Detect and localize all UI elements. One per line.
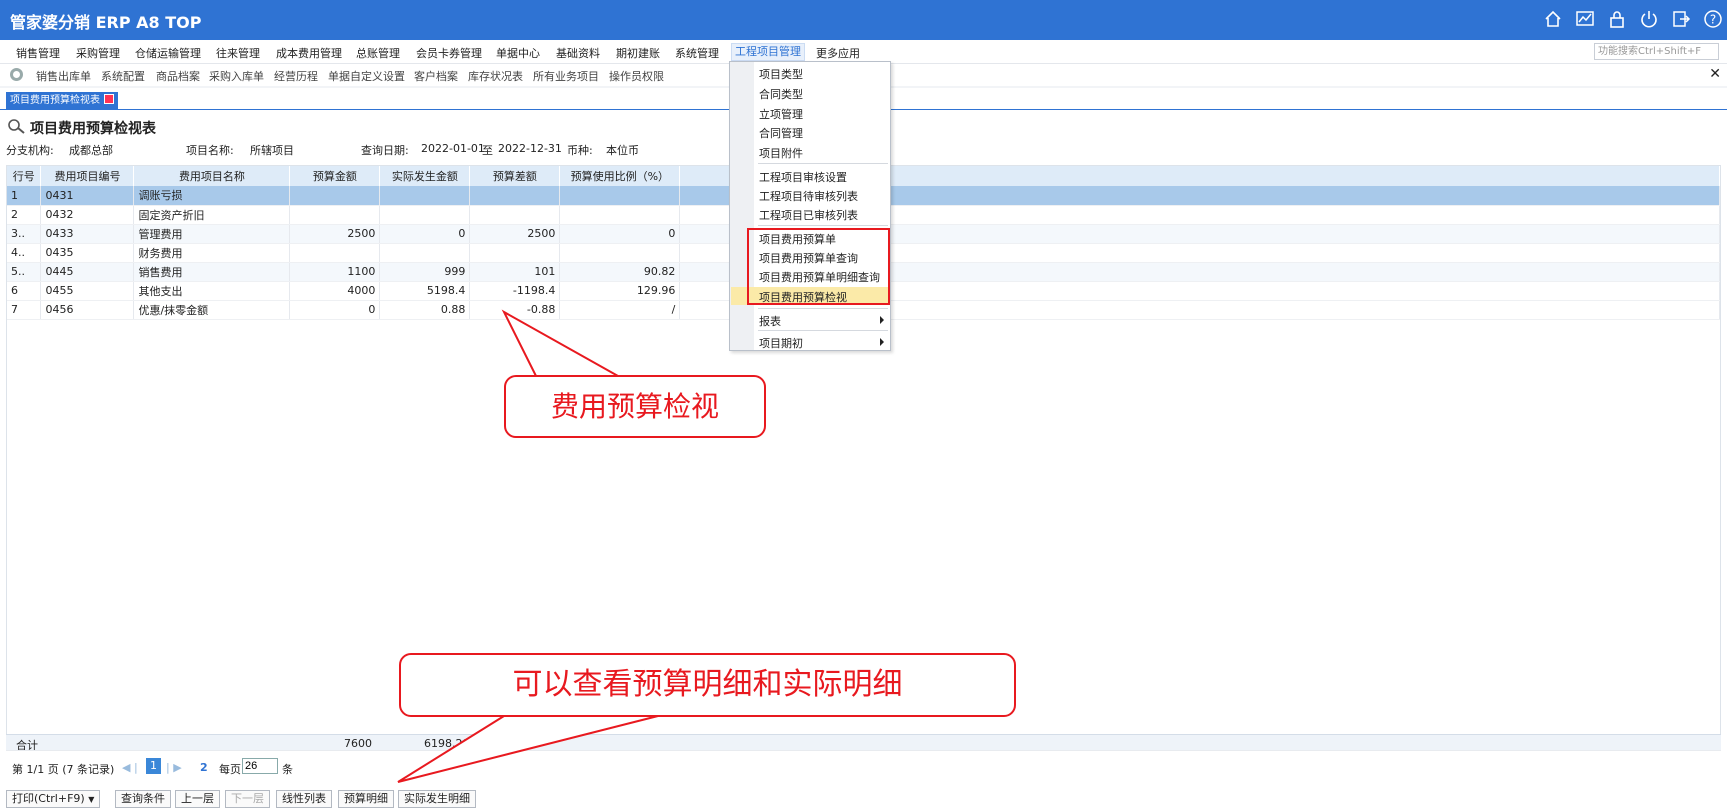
app-window: 管家婆分销 ERP A8 TOP ? 销售管理 采购管理 仓储运输管理 往来管理… [0,0,1727,812]
callout-detail-hint: 可以查看预算明细和实际明细 [399,653,1016,717]
callout-budget-review: 费用预算检视 [504,375,766,438]
